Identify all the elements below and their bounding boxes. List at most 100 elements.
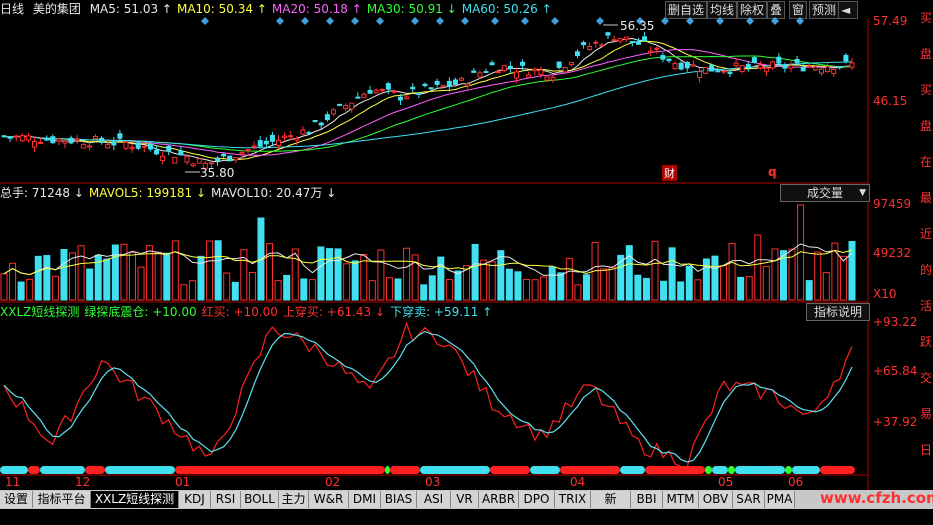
volume-bar xyxy=(625,245,633,301)
candle-body xyxy=(696,71,702,79)
volume-bar xyxy=(154,251,162,301)
candle-body xyxy=(629,40,635,43)
signal-diamond xyxy=(411,17,419,25)
volume-legend-item: 总手: 71248 ↓ xyxy=(0,186,84,200)
candle-body xyxy=(507,65,513,69)
indicator-tab[interactable]: VR xyxy=(451,491,479,508)
candle-body xyxy=(654,47,660,50)
volume-bar xyxy=(385,277,393,301)
candle-body xyxy=(62,140,68,144)
candle-body xyxy=(282,135,288,138)
candle-body xyxy=(99,137,105,143)
candle-body xyxy=(574,51,580,57)
signal-segment xyxy=(490,466,530,474)
candle-body xyxy=(367,89,373,94)
signal-diamond xyxy=(551,17,559,25)
indicator-tab[interactable]: RSI xyxy=(211,491,241,508)
signal-diamond xyxy=(661,17,669,25)
volume-bar xyxy=(745,276,753,301)
candle-body xyxy=(416,92,422,95)
volume-header: 总手: 71248 ↓ MAVOL5: 199181 ↓ MAVOL10: 20.4… xyxy=(0,184,346,202)
candle-body xyxy=(684,61,690,69)
volume-bar xyxy=(754,234,762,301)
indicator-tab[interactable]: BIAS xyxy=(381,491,417,508)
candle-body xyxy=(733,62,739,67)
indicator-tab[interactable]: W&R xyxy=(309,491,349,508)
side-char: 买 xyxy=(920,83,933,97)
volume-bar xyxy=(762,265,770,301)
indicator-tab[interactable]: 主力 xyxy=(279,491,309,508)
volume-bar xyxy=(737,276,745,301)
candle-body xyxy=(385,83,391,90)
candle-body xyxy=(550,76,556,81)
indicator-explain-button[interactable]: 指标说明 xyxy=(806,303,870,321)
candle-body xyxy=(818,68,824,74)
volume-bar xyxy=(171,240,179,301)
candle-body xyxy=(349,102,355,110)
indicator-tab[interactable]: XXLZ短线探测 xyxy=(91,491,179,508)
chart-canvas[interactable] xyxy=(0,0,933,490)
signal-segment xyxy=(175,466,385,474)
volume-bar xyxy=(377,249,385,301)
volume-bar xyxy=(34,255,42,301)
indicator-tab[interactable]: ASI xyxy=(417,491,451,508)
volume-bar xyxy=(120,243,128,301)
volume-bar xyxy=(608,266,616,301)
volume-bar xyxy=(540,276,548,301)
volume-bar xyxy=(368,280,376,301)
side-char: 盘 xyxy=(920,119,933,133)
volume-bar xyxy=(685,265,693,301)
volume-bar xyxy=(480,259,488,301)
signal-segment xyxy=(712,466,728,474)
volume-bar xyxy=(283,274,291,301)
volume-bar xyxy=(26,278,34,301)
candle-body xyxy=(111,141,117,146)
candle-body xyxy=(324,114,330,121)
candle-body xyxy=(245,149,251,152)
indicator-tab[interactable]: 指标平台 xyxy=(33,491,91,508)
indicator-tab[interactable]: MTM xyxy=(663,491,699,508)
indicator-tab[interactable]: DPO xyxy=(519,491,555,508)
candle-body xyxy=(739,65,745,73)
candle-body xyxy=(568,61,574,66)
indicator-tab[interactable]: SAR xyxy=(733,491,765,508)
indicator-tab[interactable]: TRIX xyxy=(555,491,591,508)
indicator-tab[interactable]: BBI xyxy=(631,491,663,508)
volume-bar xyxy=(454,270,462,301)
candle-body xyxy=(812,66,818,71)
q-marker[interactable]: q xyxy=(768,165,777,179)
candle-body xyxy=(471,70,477,73)
candle-body xyxy=(544,76,550,81)
indicator-tab[interactable]: BOLL xyxy=(241,491,279,508)
candle-body xyxy=(410,86,416,90)
candle-body xyxy=(452,79,458,85)
indicator-tab[interactable]: OBV xyxy=(699,491,733,508)
price-low-axis: 46.15 xyxy=(873,94,908,108)
candle-body xyxy=(721,70,727,73)
indicator-select[interactable]: 成交量 ▼ xyxy=(780,184,870,202)
indicator-tab[interactable]: 新DMA xyxy=(591,491,631,523)
indicator-tab[interactable]: DMI xyxy=(349,491,381,508)
candle-body xyxy=(428,87,434,90)
candle-body xyxy=(715,70,721,73)
candle-body xyxy=(86,145,92,148)
volume-bar xyxy=(720,265,728,301)
candle-body xyxy=(757,64,763,69)
indicator-tab[interactable]: ARBR xyxy=(479,491,519,508)
finance-marker[interactable]: 财 xyxy=(662,165,677,181)
candle-body xyxy=(776,56,782,64)
candle-body xyxy=(465,83,471,87)
signal-segment xyxy=(0,466,28,474)
volume-bar xyxy=(523,278,531,301)
signal-diamond xyxy=(376,17,384,25)
candle-body xyxy=(178,150,184,156)
indicator-tab[interactable]: KDJ xyxy=(179,491,211,508)
signal-segment xyxy=(85,466,105,474)
low-annotation: 35.80 xyxy=(200,166,235,180)
side-char: 易 xyxy=(920,407,933,421)
indicator-tab[interactable]: PMA xyxy=(765,491,795,508)
candle-body xyxy=(806,65,812,68)
indicator-tab[interactable]: 设置 xyxy=(0,491,33,508)
candle-body xyxy=(330,109,336,115)
ind-axis-2: +65.84 xyxy=(873,364,918,378)
